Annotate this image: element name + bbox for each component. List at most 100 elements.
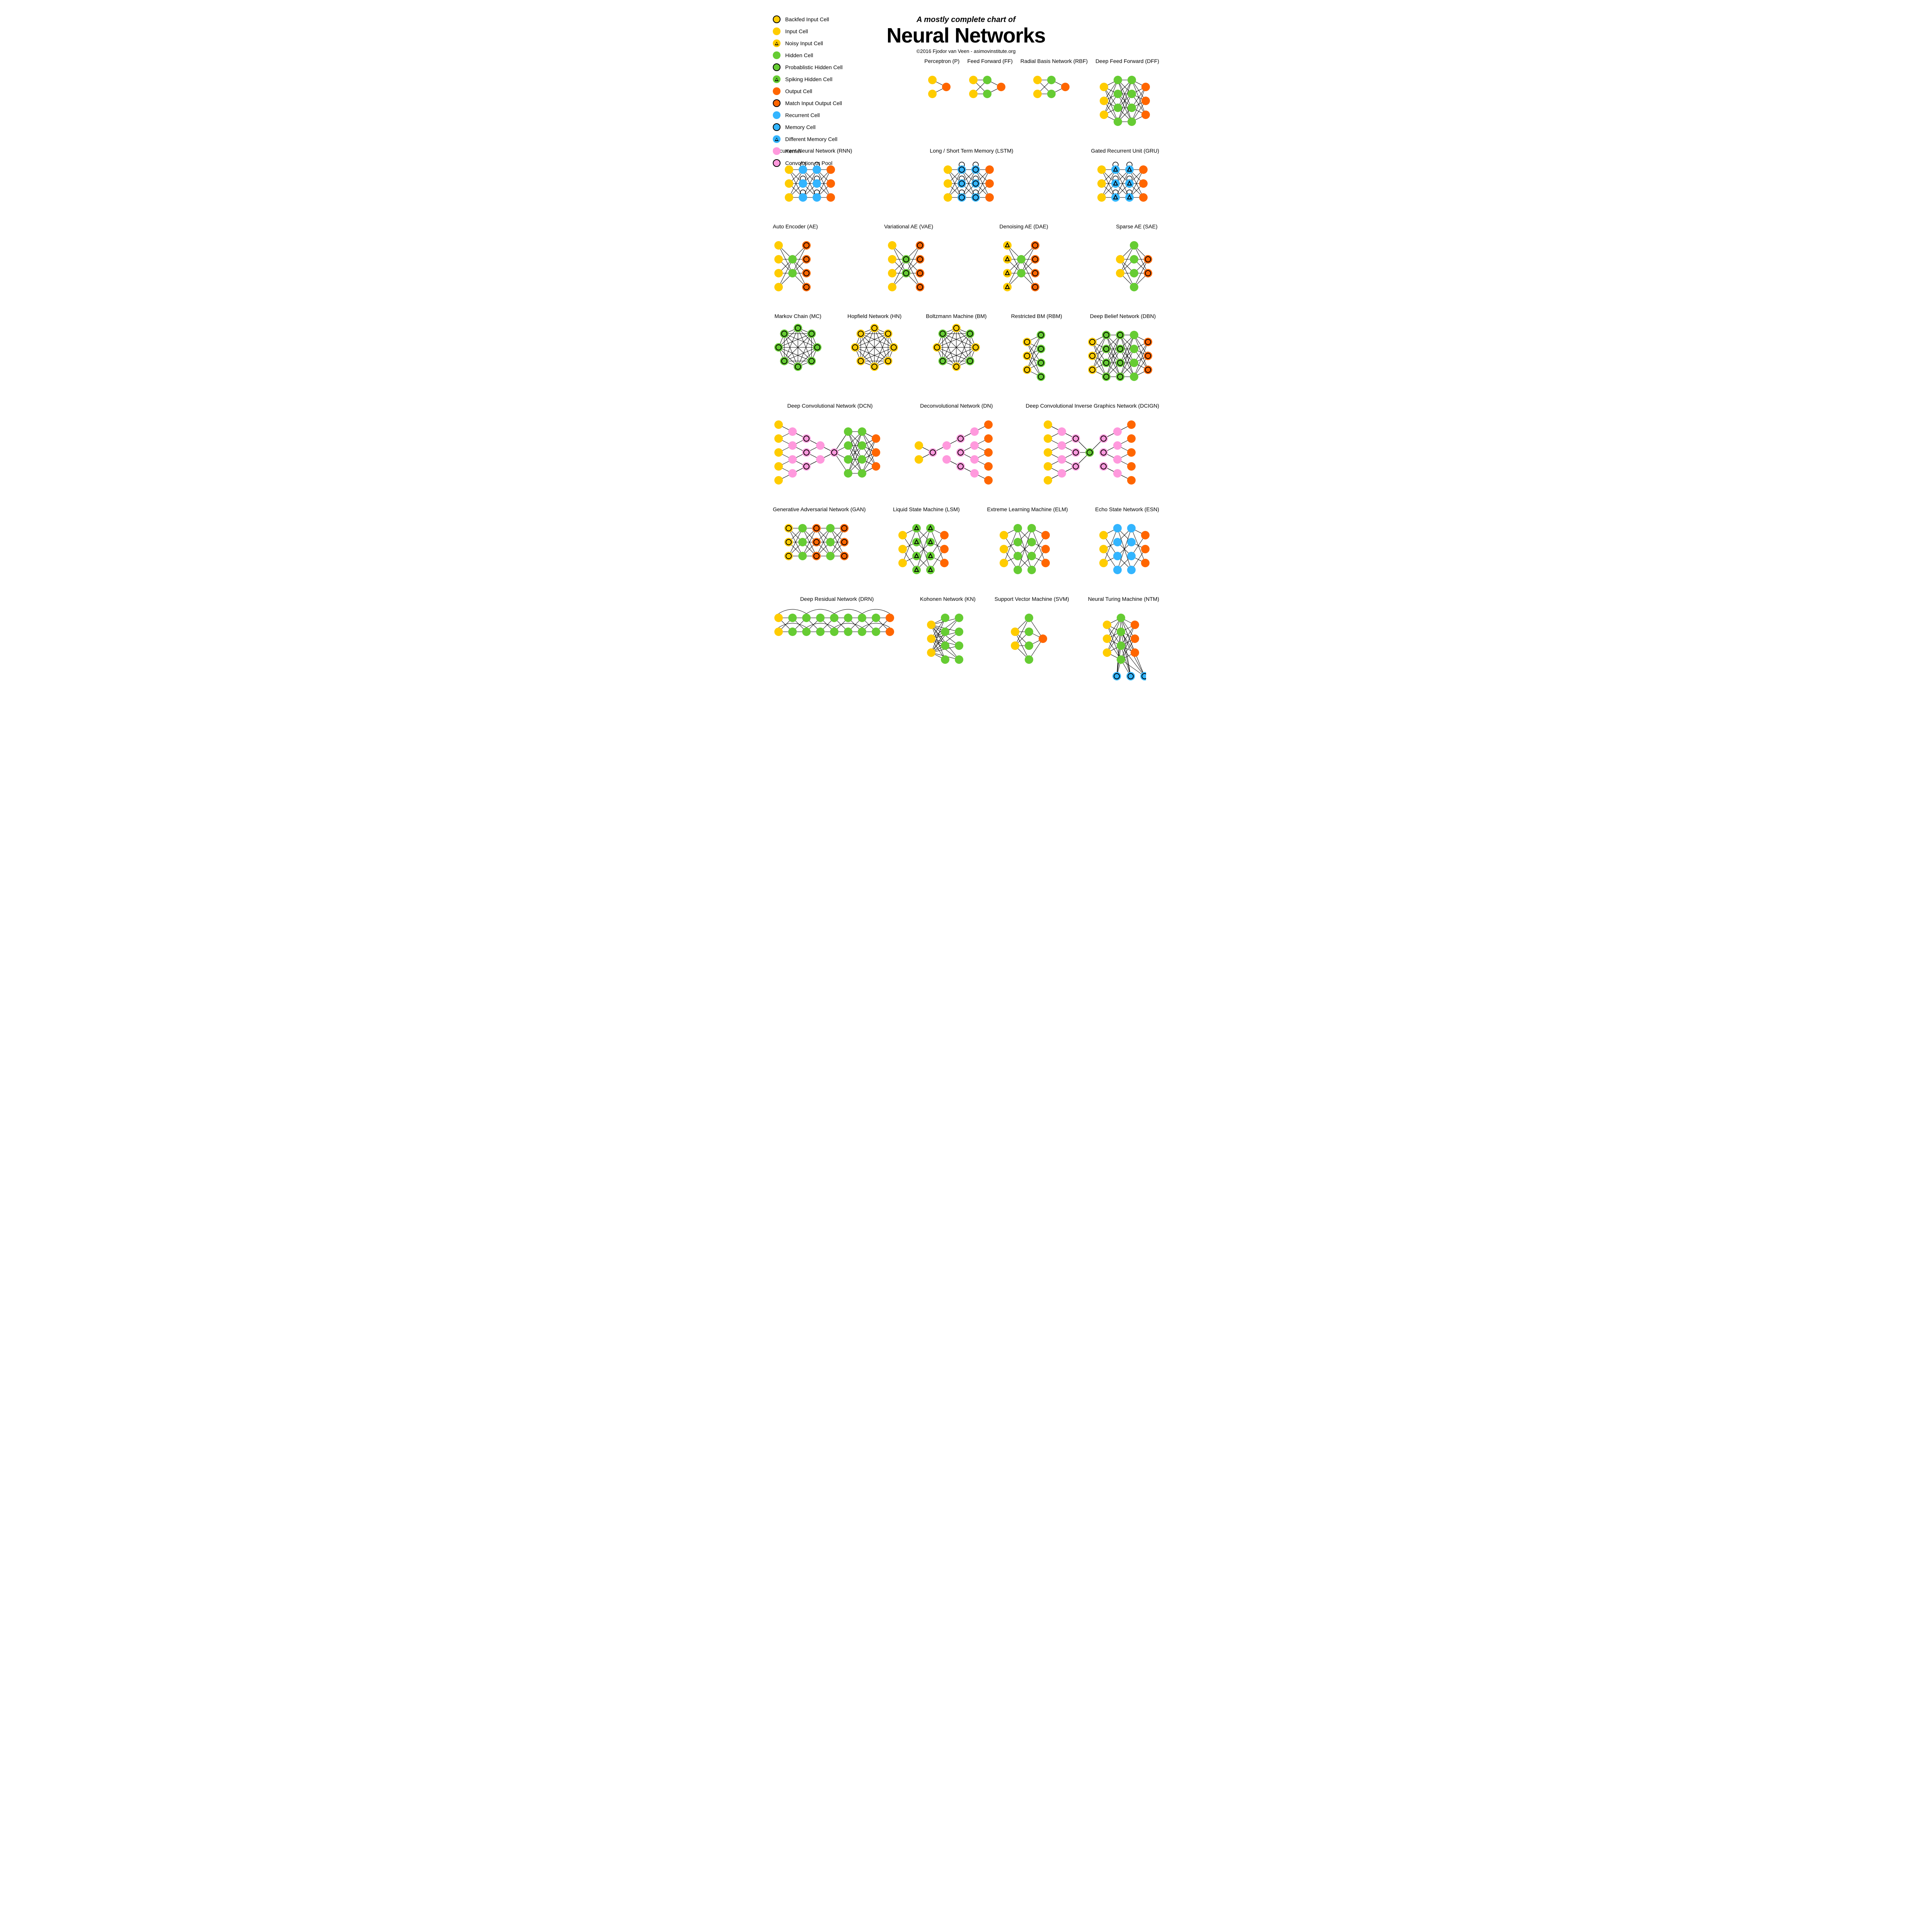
network-rbm: Restricted BM (RBM) — [1011, 313, 1062, 389]
network-title: Deconvolutional Network (DN) — [913, 403, 1000, 409]
network-diagram — [995, 605, 1069, 672]
network-title: Radial Basis Network (RBF) — [1020, 58, 1088, 64]
legend-item: Memory Cell — [773, 123, 843, 131]
legend-item: Probablistic Hidden Cell — [773, 63, 843, 71]
network-row: Deep Residual Network (DRN) Kohonen Netwo… — [773, 596, 1159, 682]
network-kn: Kohonen Network (KN) — [920, 596, 976, 672]
network-diagram — [773, 412, 887, 493]
legend-item: Hidden Cell — [773, 51, 843, 59]
network-diagram — [773, 605, 901, 645]
network-title: Deep Residual Network (DRN) — [773, 596, 901, 602]
legend-label: Different Memory Cell — [785, 136, 837, 142]
network-diagram — [1091, 157, 1159, 210]
legend-swatch — [773, 87, 781, 95]
network-mc: Markov Chain (MC) — [773, 313, 823, 372]
network-diagram — [920, 605, 976, 672]
network-diagram — [1026, 412, 1159, 493]
network-title: Liquid State Machine (LSM) — [893, 506, 960, 512]
network-dff: Deep Feed Forward (DFF) — [1095, 58, 1159, 134]
legend-swatch — [773, 15, 781, 23]
legend-label: Probablistic Hidden Cell — [785, 65, 843, 70]
network-diagram — [1088, 605, 1159, 682]
network-diagram — [1011, 322, 1062, 389]
network-diagram — [913, 412, 1000, 493]
network-vae: Variational AE (VAE) — [884, 223, 933, 300]
network-elm: Extreme Learning Machine (ELM) — [987, 506, 1068, 583]
legend-item: Kernel — [773, 147, 843, 155]
network-diagram — [1020, 67, 1088, 107]
network-drn: Deep Residual Network (DRN) — [773, 596, 901, 645]
network-row: Markov Chain (MC)Hopfield Network (HN)Bo… — [773, 313, 1159, 389]
network-diagram — [893, 515, 960, 583]
network-ae: Auto Encoder (AE) — [773, 223, 818, 300]
network-diagram — [1095, 67, 1159, 134]
legend-label: Memory Cell — [785, 124, 816, 130]
legend-item: Different Memory Cell — [773, 135, 843, 143]
legend-swatch — [773, 99, 781, 107]
network-dcign: Deep Convolutional Inverse Graphics Netw… — [1026, 403, 1159, 493]
network-diagram — [967, 67, 1012, 107]
legend-swatch — [773, 63, 781, 71]
network-diagram — [773, 233, 818, 300]
legend-swatch — [773, 75, 781, 83]
legend-swatch — [773, 123, 781, 131]
legend-swatch — [773, 111, 781, 119]
legend-item: Output Cell — [773, 87, 843, 95]
network-title: Echo State Network (ESN) — [1095, 506, 1159, 512]
network-lsm: Liquid State Machine (LSM) — [893, 506, 960, 583]
network-gru: Gated Recurrent Unit (GRU) — [1091, 148, 1159, 210]
legend-swatch — [773, 135, 781, 143]
legend-label: Output Cell — [785, 88, 812, 94]
network-title: Deep Convolutional Network (DCN) — [773, 403, 887, 409]
legend-item: Noisy Input Cell — [773, 39, 843, 47]
network-title: Deep Convolutional Inverse Graphics Netw… — [1026, 403, 1159, 409]
legend-label: Hidden Cell — [785, 53, 813, 58]
legend-label: Spiking Hidden Cell — [785, 77, 832, 82]
legend-swatch — [773, 27, 781, 35]
network-title: Feed Forward (FF) — [967, 58, 1012, 64]
network-title: Kohonen Network (KN) — [920, 596, 976, 602]
network-row: Auto Encoder (AE) Variational AE (VAE) Den… — [773, 223, 1159, 300]
network-diagram — [924, 67, 959, 107]
network-title: Gated Recurrent Unit (GRU) — [1091, 148, 1159, 154]
network-ff: Feed Forward (FF) — [967, 58, 1012, 107]
network-title: Auto Encoder (AE) — [773, 223, 818, 230]
network-title: Restricted BM (RBM) — [1011, 313, 1062, 319]
network-diagram — [773, 322, 823, 372]
legend-label: Recurrent Cell — [785, 112, 820, 118]
legend-label: Kernel — [785, 148, 801, 154]
network-diagram — [1087, 322, 1159, 389]
network-diagram — [773, 515, 866, 569]
network-title: Perceptron (P) — [924, 58, 959, 64]
network-title: Deep Feed Forward (DFF) — [1095, 58, 1159, 64]
legend-item: Backfed Input Cell — [773, 15, 843, 23]
network-title: Extreme Learning Machine (ELM) — [987, 506, 1068, 512]
network-lstm: Long / Short Term Memory (LSTM) — [930, 148, 1013, 210]
legend-item: Match Input Output Cell — [773, 99, 843, 107]
network-title: Variational AE (VAE) — [884, 223, 933, 230]
network-dae: Denoising AE (DAE) — [1000, 223, 1048, 300]
network-gan: Generative Adversarial Network (GAN) — [773, 506, 866, 569]
legend-swatch — [773, 159, 781, 167]
legend-swatch — [773, 147, 781, 155]
network-diagram — [930, 157, 1013, 210]
network-title: Deep Belief Network (DBN) — [1087, 313, 1159, 319]
network-sae: Sparse AE (SAE) — [1114, 223, 1159, 300]
network-ntm: Neural Turing Machine (NTM) — [1088, 596, 1159, 682]
legend-item: Convolution or Pool — [773, 159, 843, 167]
network-title: Sparse AE (SAE) — [1114, 223, 1159, 230]
network-dn: Deconvolutional Network (DN) — [913, 403, 1000, 493]
legend-label: Match Input Output Cell — [785, 100, 842, 106]
legend-label: Noisy Input Cell — [785, 41, 823, 46]
network-rbf: Radial Basis Network (RBF) — [1020, 58, 1088, 107]
legend-label: Backfed Input Cell — [785, 17, 829, 22]
network-diagram — [1114, 233, 1159, 300]
legend: Backfed Input CellInput CellNoisy Input … — [773, 15, 843, 171]
legend-item: Spiking Hidden Cell — [773, 75, 843, 83]
legend-swatch — [773, 51, 781, 59]
network-title: Neural Turing Machine (NTM) — [1088, 596, 1159, 602]
network-diagram — [926, 322, 986, 372]
legend-label: Convolution or Pool — [785, 160, 832, 166]
network-esn: Echo State Network (ESN) — [1095, 506, 1159, 583]
network-title: Generative Adversarial Network (GAN) — [773, 506, 866, 512]
